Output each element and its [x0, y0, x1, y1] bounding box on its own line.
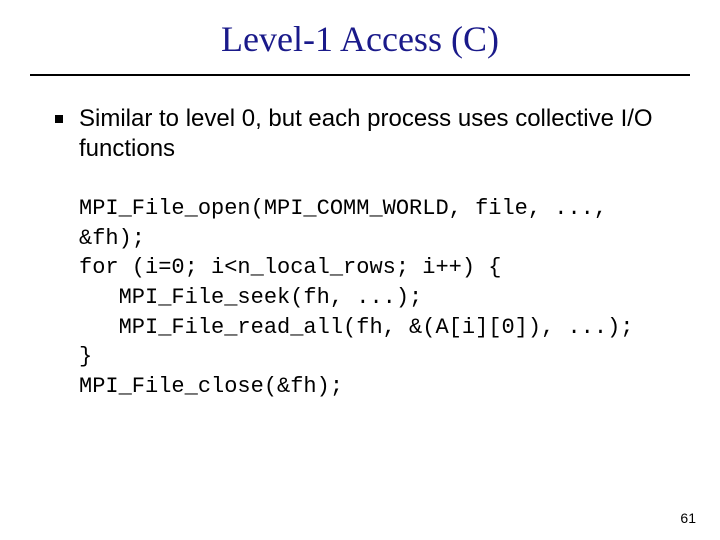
code-block: MPI_File_open(MPI_COMM_WORLD, file, ...,… [79, 194, 665, 402]
slide-body: Similar to level 0, but each process use… [0, 76, 720, 402]
page-number: 61 [680, 510, 696, 526]
slide: Level-1 Access (C) Similar to level 0, b… [0, 0, 720, 540]
code-line: for (i=0; i<n_local_rows; i++) { [79, 255, 501, 280]
code-line: } [79, 344, 92, 369]
slide-title: Level-1 Access (C) [0, 0, 720, 74]
code-line: MPI_File_close(&fh); [79, 374, 343, 399]
bullet-dot-icon [55, 115, 63, 123]
code-line: &fh); [79, 226, 145, 251]
code-line: MPI_File_open(MPI_COMM_WORLD, file, ..., [79, 196, 607, 221]
bullet-item: Similar to level 0, but each process use… [55, 104, 665, 164]
bullet-text: Similar to level 0, but each process use… [79, 104, 665, 164]
code-line: MPI_File_seek(fh, ...); [79, 285, 422, 310]
code-line: MPI_File_read_all(fh, &(A[i][0]), ...); [79, 315, 634, 340]
